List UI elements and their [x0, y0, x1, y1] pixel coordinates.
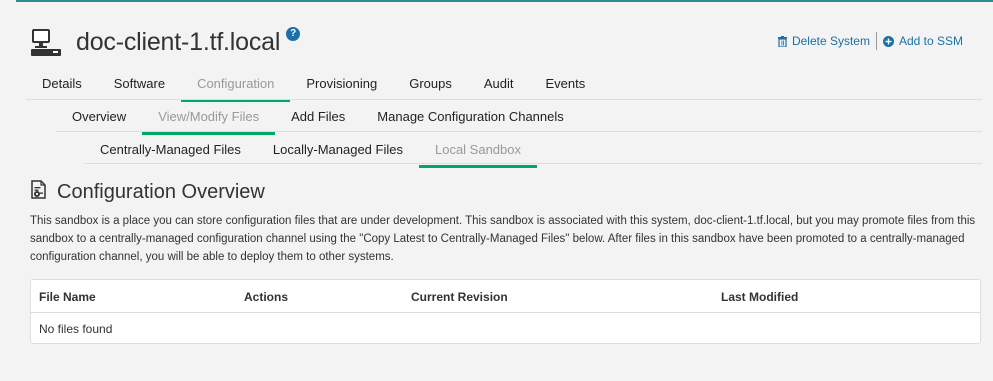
config-file-icon [30, 180, 47, 204]
add-to-ssm-button[interactable]: Add to SSM [882, 34, 963, 48]
table-row: No files found [31, 313, 980, 343]
add-to-ssm-label: Add to SSM [898, 34, 963, 48]
column-current-revision[interactable]: Current Revision [411, 290, 508, 304]
section-title: Configuration Overview [57, 180, 265, 203]
actions-divider [875, 32, 877, 50]
main-tabs-divider [26, 99, 982, 100]
column-last-modified[interactable]: Last Modified [721, 290, 798, 304]
tab-local-sandbox[interactable]: Local Sandbox [418, 142, 538, 168]
files-table: File Name Actions Current Revision Last … [30, 279, 981, 344]
configuration-tabs-divider [56, 131, 982, 132]
tab-centrally-managed-files[interactable]: Centrally-Managed Files [84, 142, 257, 168]
delete-system-button[interactable]: Delete System [777, 34, 870, 48]
delete-system-label: Delete System [791, 34, 870, 48]
section-description: This sandbox is a place you can store co… [30, 215, 976, 263]
question-circle-icon[interactable]: ? [286, 27, 301, 41]
files-tabs: Centrally-Managed Files Locally-Managed … [84, 142, 538, 168]
table-header: File Name Actions Current Revision Last … [31, 280, 980, 313]
tab-locally-managed-files[interactable]: Locally-Managed Files [257, 142, 419, 168]
page-title: doc-client-1.tf.local [76, 27, 281, 56]
files-tabs-divider [84, 163, 982, 164]
column-file-name[interactable]: File Name [39, 290, 96, 304]
header-actions: Delete System Add to SSM [777, 32, 963, 50]
top-accent-line [16, 0, 993, 2]
empty-table-message: No files found [39, 322, 113, 336]
plus-circle-icon [882, 35, 894, 47]
desktop-system-icon [30, 27, 62, 57]
page-header: doc-client-1.tf.local ? [30, 22, 301, 62]
section-header: Configuration Overview [30, 180, 265, 204]
trash-icon [777, 35, 787, 47]
column-actions: Actions [244, 290, 289, 304]
